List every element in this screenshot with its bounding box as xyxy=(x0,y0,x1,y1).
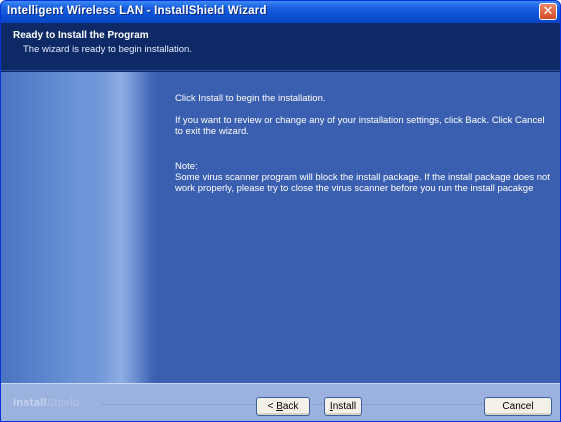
cancel-button[interactable]: Cancel xyxy=(484,397,552,416)
side-banner-glow xyxy=(91,72,151,383)
note-label: Note: xyxy=(175,161,198,172)
close-icon: ✕ xyxy=(542,3,554,18)
instruction-install: Click Install to begin the installation. xyxy=(175,93,326,104)
wizard-footer: InstallShield < Back Install Cancel xyxy=(1,383,560,421)
install-button[interactable]: Install xyxy=(324,397,362,416)
install-rest: nstall xyxy=(332,401,357,412)
back-mnemonic: B xyxy=(276,401,283,412)
installshield-window: Intelligent Wireless LAN - InstallShield… xyxy=(0,0,561,422)
installshield-logo: InstallShield xyxy=(13,397,79,409)
back-prefix: < xyxy=(267,401,277,412)
title-bar[interactable]: Intelligent Wireless LAN - InstallShield… xyxy=(1,1,560,23)
back-rest: ack xyxy=(282,401,299,412)
instruction-review: If you want to review or change any of y… xyxy=(175,115,545,137)
page-subtitle: The wizard is ready to begin installatio… xyxy=(23,44,192,55)
instructions-text: Click Install to begin the installation.… xyxy=(175,93,550,205)
back-button[interactable]: < Back xyxy=(256,397,310,416)
brand-light: Shield xyxy=(46,397,80,409)
side-banner-graphic xyxy=(1,72,156,383)
wizard-header: Ready to Install the Program The wizard … xyxy=(1,23,560,71)
window-title: Intelligent Wireless LAN - InstallShield… xyxy=(7,5,267,17)
close-button[interactable]: ✕ xyxy=(539,3,557,20)
brand-main: Install xyxy=(13,397,47,409)
page-title: Ready to Install the Program xyxy=(13,30,149,41)
wizard-content: Click Install to begin the installation.… xyxy=(1,72,560,383)
note-text: Some virus scanner program will block th… xyxy=(175,172,550,194)
